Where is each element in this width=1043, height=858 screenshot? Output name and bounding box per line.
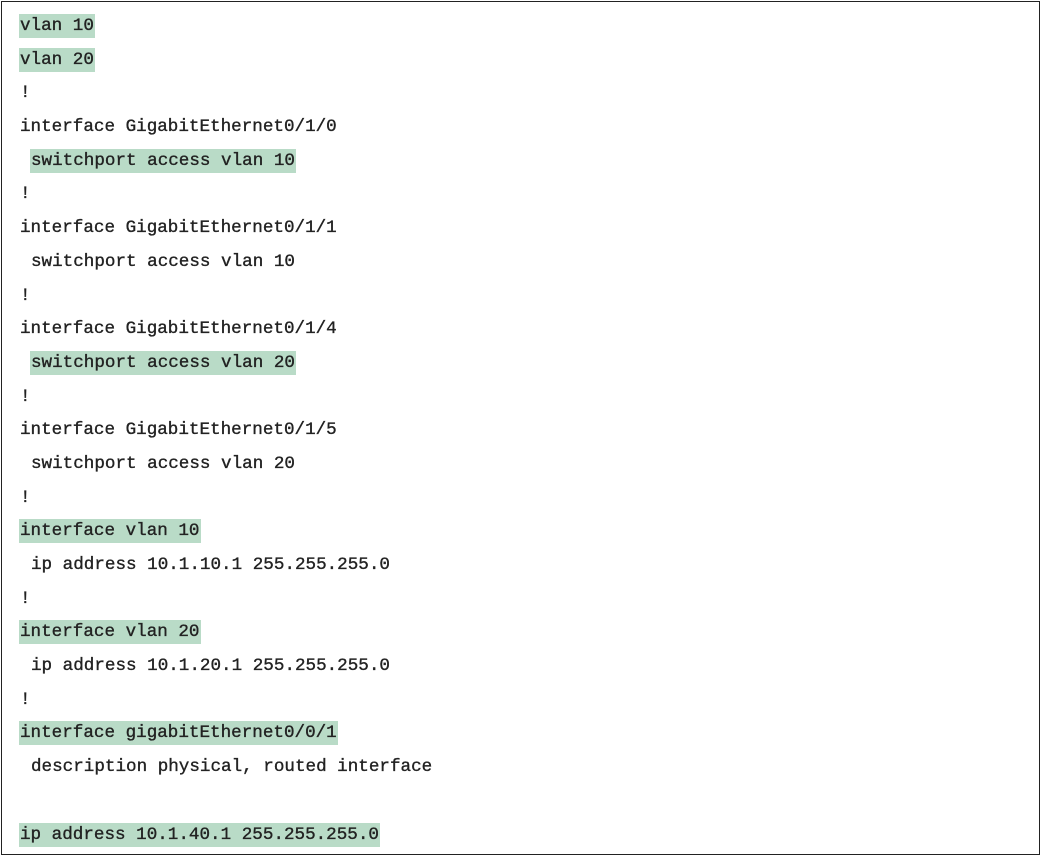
code-line: vlan 20 [19,44,1029,78]
code-text: ! [20,588,31,609]
code-line: switchport access vlan 20 [19,347,1029,381]
code-line: interface GigabitEthernet0/1/1 [19,212,1029,246]
code-text: interface GigabitEthernet0/1/1 [20,218,337,239]
code-line: interface GigabitEthernet0/1/0 [19,111,1029,145]
code-line: vlan 10 [19,10,1029,44]
code-text: interface vlan 10 [19,519,201,544]
code-line: ip address 10.1.20.1 255.255.255.0 [19,650,1029,684]
code-text: vlan 20 [19,47,95,72]
config-code-block: vlan 10 vlan 20 ! interface GigabitEther… [19,10,1029,852]
code-line: interface vlan 20 [19,616,1029,650]
code-line: ! [19,583,1029,617]
code-text: ! [20,184,31,205]
code-text: ip address 10.1.10.1 255.255.255.0 [31,555,390,575]
code-text: switchport access vlan 20 [30,350,296,375]
code-text: description physical, routed interface [31,757,433,778]
code-line: ip address 10.1.10.1 255.255.255.0 [19,549,1029,583]
code-line: ! [19,381,1029,415]
config-listing-frame: vlan 10 vlan 20 ! interface GigabitEther… [1,1,1040,855]
code-line: ! [19,178,1029,212]
code-text: switchport access vlan 20 [31,453,295,474]
code-line: ! [19,77,1029,111]
code-line: interface vlan 10 [19,515,1029,549]
code-text: ip address 10.1.20.1 255.255.255.0 [31,656,390,677]
code-line: ! [19,482,1029,516]
code-line: interface gigabitEthernet0/0/1 [19,717,1029,751]
code-line: switchport access vlan 20 [19,448,1029,482]
code-text: interface GigabitEthernet0/1/5 [20,420,337,441]
code-text: ! [20,83,31,104]
code-line: interface GigabitEthernet0/1/4 [19,313,1029,347]
code-line: ! [19,684,1029,718]
code-line: description physical, routed interface [19,751,1029,785]
code-text: switchport access vlan 10 [31,251,295,272]
code-text: ip address 10.1.40.1 255.255.255.0 [19,822,380,847]
code-text: interface vlan 20 [19,620,201,645]
code-line: ! [19,280,1029,314]
code-text: vlan 10 [19,14,95,38]
code-text: ! [20,487,31,508]
code-text: interface GigabitEthernet0/1/0 [20,117,337,138]
code-line: interface GigabitEthernet0/1/5 [19,414,1029,448]
code-line: switchport access vlan 10 [19,246,1029,280]
code-text: interface GigabitEthernet0/1/4 [20,319,337,340]
code-text: ! [20,689,31,710]
code-text: ! [20,285,31,306]
code-text: switchport access vlan 10 [30,148,296,173]
code-line: switchport access vlan 10 [19,145,1029,179]
code-line: ip address 10.1.40.1 255.255.255.0 [19,819,1029,853]
code-text: interface gigabitEthernet0/0/1 [19,721,338,746]
code-text: ! [20,386,31,407]
